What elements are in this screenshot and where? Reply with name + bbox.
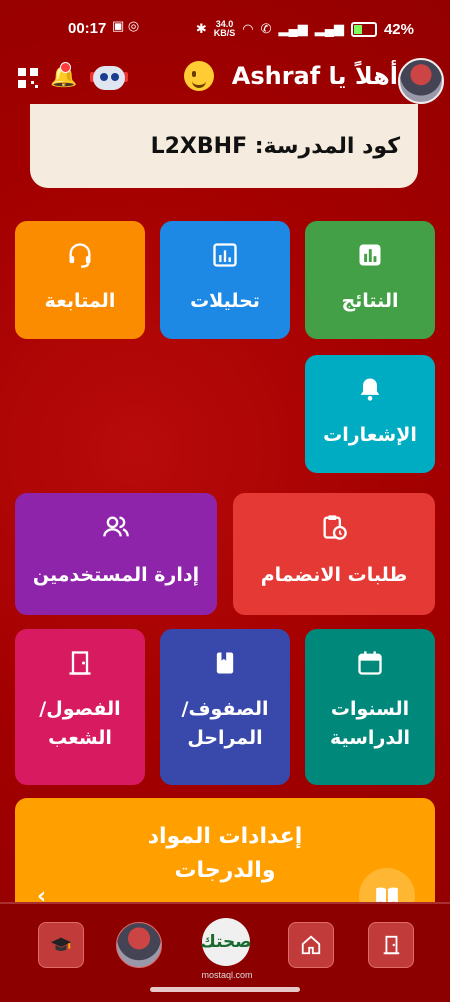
- clock: 00:17: [68, 20, 107, 37]
- classes-sections-line1: الفصول/: [39, 698, 121, 720]
- results-label: النتائج: [341, 290, 399, 312]
- academic-years-line1: السنوات: [330, 698, 410, 720]
- user-management-label: إدارة المستخدمين: [32, 564, 200, 586]
- bluetooth-icon: ✱: [195, 21, 207, 36]
- user-management-tile[interactable]: إدارة المستخدمين: [15, 493, 217, 615]
- followup-tile[interactable]: المتابعة: [15, 221, 145, 339]
- user-avatar[interactable]: [398, 58, 444, 104]
- subjects-settings-label: إعدادات المواد والدرجات: [105, 820, 345, 888]
- graduation-cap-icon[interactable]: [38, 922, 84, 968]
- academic-years-label: السنوات الدراسية: [309, 695, 431, 754]
- grades-stages-line1: الصفوف/: [181, 698, 269, 720]
- subjects-settings-line1: إعدادات المواد: [147, 824, 303, 849]
- battery-percent: 42%: [383, 20, 414, 38]
- bell-icon: [360, 378, 380, 401]
- analytics-tile[interactable]: تحليلات: [160, 221, 290, 339]
- signal-icon-2: ▂▄▆: [314, 21, 344, 36]
- grades-stages-label: الصفوف/ المراحل: [164, 695, 286, 754]
- robot-assistant-icon[interactable]: [90, 60, 128, 94]
- notifications-tile[interactable]: الإشعارات: [305, 355, 435, 473]
- school-code-card[interactable]: كود المدرسة: L2XBHF: [30, 104, 418, 188]
- signal-icon-1: ▂▄▆: [278, 21, 308, 36]
- grades-stages-line2: المراحل: [187, 727, 263, 750]
- battery-icon: [350, 21, 377, 37]
- app-logo[interactable]: صحتك: [200, 918, 252, 966]
- robot-eye: [100, 73, 108, 81]
- door-icon: [69, 651, 91, 675]
- subjects-settings-line2: والدرجات: [174, 858, 276, 884]
- calendar-icon: [358, 651, 382, 675]
- academic-years-tile[interactable]: السنوات الدراسية: [305, 629, 435, 785]
- home-icon[interactable]: [288, 922, 334, 968]
- notifications-bell-icon[interactable]: 🔔: [50, 62, 77, 89]
- robot-eye: [111, 73, 119, 81]
- qr-code-icon[interactable]: [18, 68, 38, 88]
- join-requests-label: طلبات الانضمام: [260, 564, 408, 586]
- classes-sections-line2: الشعب: [48, 727, 112, 750]
- gesture-home-bar[interactable]: [150, 987, 300, 992]
- wifi-icon: ◠: [242, 21, 254, 36]
- logout-door-icon[interactable]: [368, 922, 414, 968]
- bar-chart-icon: [359, 244, 381, 266]
- call-icon: ✆: [260, 21, 272, 36]
- greeting-text: أهلاً يا Ashraf: [231, 62, 398, 90]
- profile-avatar[interactable]: [116, 922, 162, 968]
- notification-icons: ▣ ◎: [112, 18, 140, 33]
- status-right: ✱ 34.0 KB/S ◠ ✆ ▂▄▆ ▂▄▆ 42%: [196, 20, 414, 38]
- join-requests-tile[interactable]: طلبات الانضمام: [233, 493, 435, 615]
- wink-emoji-icon: [184, 61, 214, 91]
- book-icon: [216, 652, 234, 674]
- notifications-label: الإشعارات: [323, 424, 417, 446]
- logo-subtitle: mostaql.com: [201, 970, 253, 980]
- users-icon: [103, 516, 129, 537]
- network-speed: 34.0 KB/S: [214, 20, 236, 38]
- notification-badge: [60, 62, 71, 73]
- headset-icon: [69, 243, 91, 268]
- followup-label: المتابعة: [44, 290, 116, 312]
- analytics-icon: [213, 243, 237, 267]
- classes-sections-tile[interactable]: الفصول/ الشعب: [15, 629, 145, 785]
- clipboard-clock-icon: [323, 515, 347, 540]
- speed-unit: KB/S: [213, 28, 236, 38]
- results-tile[interactable]: النتائج: [305, 221, 435, 339]
- academic-years-line2: الدراسية: [329, 727, 411, 750]
- grades-stages-tile[interactable]: الصفوف/ المراحل: [160, 629, 290, 785]
- classes-sections-label: الفصول/ الشعب: [19, 695, 141, 754]
- robot-head: [93, 66, 125, 90]
- app-bar: 🔔 أهلاً يا Ashraf: [0, 58, 450, 104]
- analytics-label: تحليلات: [190, 290, 260, 312]
- school-code: كود المدرسة: L2XBHF: [150, 134, 400, 159]
- status-bar: 00:17 ▣ ◎ ✱ 34.0 KB/S ◠ ✆ ▂▄▆ ▂▄▆ 42%: [0, 0, 450, 58]
